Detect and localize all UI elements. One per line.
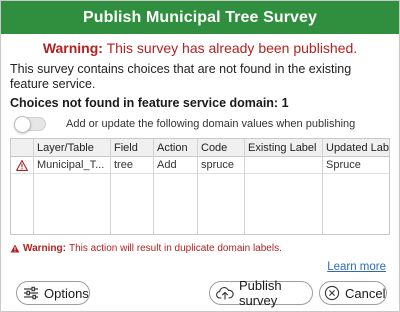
column-divider (33, 139, 34, 234)
row-updated-label-cell: Spruce (326, 159, 361, 171)
publish-dialog: Publish Municipal Tree Survey Warning: T… (0, 0, 400, 312)
column-header-action: Action (157, 142, 188, 154)
survey-description: This survey contains choices that are no… (10, 62, 352, 91)
column-divider (110, 139, 111, 234)
cloud-upload-icon (216, 287, 234, 300)
publish-button-label: Publish survey (239, 278, 282, 308)
column-header-existing-label: Existing Label (248, 142, 317, 154)
publish-survey-button[interactable]: Publish survey (209, 278, 313, 308)
table-header: Layer/Table Field Action Code Existing L… (11, 139, 389, 157)
cancel-button[interactable]: Cancel (319, 281, 387, 305)
choices-count-label: Choices not found in feature service dom… (10, 96, 289, 110)
domain-choices-table: Layer/Table Field Action Code Existing L… (10, 138, 390, 235)
header-warning: Warning: This survey has already been pu… (1, 40, 399, 56)
toggle-knob (14, 116, 31, 133)
warning-icon (10, 244, 20, 253)
column-divider (153, 139, 154, 234)
column-divider (322, 139, 323, 234)
column-header-updated-label: Updated Label (326, 142, 389, 154)
column-divider (197, 139, 198, 234)
column-header-field: Field (114, 142, 138, 154)
column-header-layer: Layer/Table (37, 142, 94, 154)
learn-more-link[interactable]: Learn more (327, 261, 386, 273)
dialog-title: Publish Municipal Tree Survey (1, 1, 399, 34)
row-code-cell: spruce (201, 159, 235, 171)
header-warning-prefix: Warning: (42, 40, 103, 56)
duplicate-label-warning: Warning: This action will result in dupl… (10, 243, 282, 254)
domain-toggle-row: Add or update the following domain value… (14, 115, 355, 133)
header-warning-text: This survey has already been published. (102, 40, 358, 56)
row-status-cell (11, 157, 33, 173)
close-circle-icon (324, 285, 340, 301)
row-layer-cell: Municipal_T... (37, 159, 105, 171)
bottom-warning-prefix: Warning: (23, 243, 66, 254)
domain-toggle-label: Add or update the following domain value… (66, 118, 356, 130)
bottom-warning-text: This action will result in duplicate dom… (68, 243, 282, 254)
column-header-code: Code (201, 142, 228, 154)
column-header-status (11, 139, 33, 156)
row-action-cell: Add (157, 159, 177, 171)
domain-update-toggle[interactable] (14, 116, 46, 133)
cancel-button-label: Cancel (345, 285, 386, 301)
row-field-cell: tree (114, 159, 133, 171)
warning-icon (16, 160, 28, 171)
table-row[interactable]: Municipal_T... tree Add spruce Spruce (11, 157, 389, 174)
row-existing-label-cell (244, 157, 322, 173)
options-button-label: Options (44, 285, 89, 301)
sliders-icon (24, 286, 38, 300)
column-divider (244, 139, 245, 234)
options-button[interactable]: Options (16, 281, 90, 305)
